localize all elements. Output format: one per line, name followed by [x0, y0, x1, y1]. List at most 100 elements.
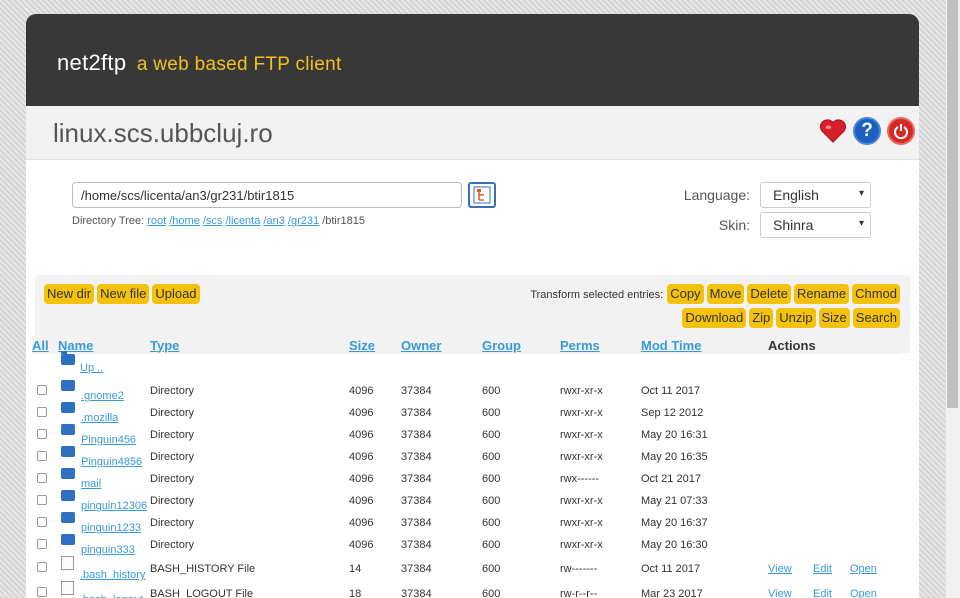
select-all-link[interactable]: All: [32, 338, 49, 353]
file-name-link[interactable]: Pinguin456: [81, 434, 136, 446]
table-row: pinguin1233 Directory 4096 37384 600 rwxr-xr-…: [32, 512, 900, 534]
file-group: 600: [482, 473, 501, 485]
tree-link-licenta[interactable]: /licenta: [226, 215, 261, 227]
action-open-link[interactable]: Open: [850, 588, 877, 598]
file-table: All Name Type Size Owner Group Perms Mod…: [32, 336, 900, 598]
sort-owner-link[interactable]: Owner: [401, 338, 441, 353]
row-checkbox[interactable]: [37, 562, 47, 572]
file-name-link[interactable]: .bash_history: [80, 569, 145, 581]
app-name: net2ftp: [57, 50, 127, 75]
file-name-link[interactable]: .bash_logout: [80, 594, 143, 598]
file-type: Directory: [150, 385, 195, 397]
file-mod-time: Oct 21 2017: [641, 473, 701, 485]
app-frame: net2ftp a web based FTP client linux.scs…: [26, 14, 919, 598]
folder-icon: [61, 490, 75, 501]
file-group: 600: [482, 562, 501, 575]
copy-button[interactable]: Copy: [667, 284, 704, 304]
directory-tree: Directory Tree: root /home /scs /licenta…: [72, 215, 365, 227]
move-button[interactable]: Move: [706, 284, 745, 304]
row-checkbox[interactable]: [37, 472, 47, 483]
up-link[interactable]: Up ..: [80, 362, 103, 374]
file-name-link[interactable]: pinguin1233: [81, 522, 141, 534]
action-view-link[interactable]: View: [768, 563, 792, 575]
action-open-link[interactable]: Open: [850, 563, 877, 575]
directory-path-input[interactable]: [72, 182, 462, 208]
file-perms: rwxr-xr-x: [560, 517, 603, 529]
sort-size-link[interactable]: Size: [349, 338, 375, 353]
action-edit-link[interactable]: Edit: [813, 563, 832, 575]
size-button[interactable]: Size: [818, 308, 850, 328]
file-perms: rwxr-xr-x: [560, 429, 603, 441]
file-perms: rwx------: [560, 473, 600, 485]
table-row: .bash_history BASH_HISTORY File 14 37384 600…: [32, 556, 900, 581]
tree-link-root[interactable]: root: [147, 215, 166, 227]
row-checkbox[interactable]: [37, 587, 47, 597]
file-type: BASH_LOGOUT File: [150, 587, 254, 598]
chmod-button[interactable]: Chmod: [852, 284, 900, 304]
zip-button[interactable]: Zip: [749, 308, 774, 328]
file-owner: 37384: [401, 473, 432, 485]
new-file-button[interactable]: New file: [97, 284, 150, 304]
search-button[interactable]: Search: [852, 308, 900, 328]
heart-icon[interactable]: [819, 117, 847, 145]
file-name-link[interactable]: .gnome2: [81, 390, 124, 402]
row-checkbox[interactable]: [37, 428, 47, 439]
table-row: mail Directory 4096 37384 600 rwx------ Oct 21…: [32, 468, 900, 490]
directory-tree-button[interactable]: [468, 182, 496, 208]
sort-mod-time-link[interactable]: Mod Time: [641, 338, 701, 353]
row-checkbox[interactable]: [37, 450, 47, 461]
header-bar: net2ftp a web based FTP client: [26, 14, 919, 106]
tree-link-an3[interactable]: /an3: [263, 215, 284, 227]
file-owner: 37384: [401, 429, 432, 441]
row-checkbox[interactable]: [37, 494, 47, 505]
sort-type-link[interactable]: Type: [150, 338, 179, 353]
sort-perms-link[interactable]: Perms: [560, 338, 600, 353]
file-owner: 37384: [401, 587, 432, 598]
file-group: 600: [482, 429, 501, 441]
upload-button[interactable]: Upload: [152, 284, 200, 304]
language-select[interactable]: English: [760, 182, 871, 208]
file-name-link[interactable]: .mozilla: [81, 412, 118, 424]
row-checkbox[interactable]: [37, 538, 47, 549]
file-name-link[interactable]: mail: [81, 478, 101, 490]
file-mod-time: May 20 16:31: [641, 429, 708, 441]
rename-button[interactable]: Rename: [793, 284, 850, 304]
brand: net2ftp a web based FTP client: [57, 50, 342, 76]
skin-select[interactable]: Shinra: [760, 212, 871, 238]
host-bar: linux.scs.ubbcluj.ro ?: [26, 106, 919, 160]
actions-header: Actions: [768, 337, 816, 353]
power-icon[interactable]: [887, 117, 915, 145]
file-perms: rwxr-xr-x: [560, 385, 603, 397]
file-owner: 37384: [401, 562, 432, 575]
folder-icon: [61, 380, 75, 391]
table-row: Pinguin456 Directory 4096 37384 600 rwxr-xr-x…: [32, 424, 900, 446]
row-checkbox[interactable]: [37, 516, 47, 527]
row-checkbox[interactable]: [37, 384, 47, 395]
tree-link-scs[interactable]: /scs: [203, 215, 223, 227]
file-group: 600: [482, 385, 501, 397]
unzip-button[interactable]: Unzip: [776, 308, 816, 328]
new-dir-button[interactable]: New dir: [44, 284, 95, 304]
file-name-link[interactable]: pinguin12306: [81, 500, 147, 512]
file-owner: 37384: [401, 385, 432, 397]
help-icon[interactable]: ?: [853, 117, 881, 145]
top-icons: ?: [819, 117, 915, 145]
action-view-link[interactable]: View: [768, 588, 792, 598]
file-perms: rwxr-xr-x: [560, 407, 603, 419]
tree-link-home[interactable]: /home: [169, 215, 200, 227]
download-button[interactable]: Download: [682, 308, 747, 328]
row-checkbox[interactable]: [37, 406, 47, 417]
file-type: Directory: [150, 451, 195, 463]
file-name-link[interactable]: Pinguin4856: [81, 456, 142, 468]
file-perms: rw-------: [560, 562, 598, 575]
path-row: [72, 182, 496, 208]
file-name-link[interactable]: pinguin333: [81, 544, 135, 556]
delete-button[interactable]: Delete: [747, 284, 791, 304]
file-group: 600: [482, 451, 501, 463]
file-mod-time: Sep 12 2012: [641, 407, 704, 419]
sort-group-link[interactable]: Group: [482, 338, 521, 353]
vertical-scrollbar[interactable]: [945, 0, 960, 598]
action-edit-link[interactable]: Edit: [813, 588, 832, 598]
tree-link-gr231[interactable]: /gr231: [288, 215, 319, 227]
scrollbar-thumb[interactable]: [947, 0, 958, 408]
